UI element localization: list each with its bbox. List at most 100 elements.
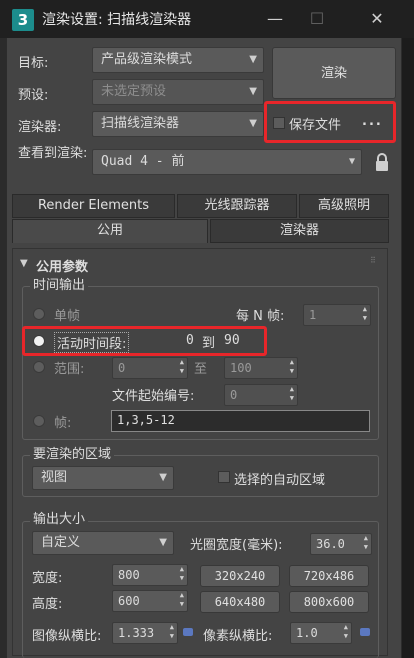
height-label: 高度: — [32, 597, 63, 612]
active-segment-radio[interactable] — [33, 335, 45, 347]
range-label: 范围: — [54, 362, 85, 377]
frames-radio[interactable] — [33, 415, 45, 427]
time-output-title: 时间输出 — [30, 278, 89, 294]
every-n-value: 1 — [309, 308, 317, 322]
spinner-arrows-icon: ▲ ▼ — [343, 623, 348, 640]
output-size-dropdown[interactable]: 自定义 ▼ — [32, 531, 174, 555]
active-to-value: 90 — [224, 333, 240, 348]
preset-720x486-button[interactable]: 720x486 — [289, 565, 369, 587]
collapse-icon[interactable]: ▼ — [20, 258, 28, 269]
frames-input[interactable]: 1,3,5-12 — [111, 410, 370, 432]
spinner-arrows-icon: ▲ ▼ — [179, 591, 184, 608]
preset-640x480-button[interactable]: 640x480 — [200, 591, 280, 613]
range-end-spinner[interactable]: 100 ▲ ▼ — [224, 357, 298, 379]
pixel-aspect-lock-icon[interactable] — [360, 628, 370, 636]
render-button[interactable]: 渲染 — [272, 47, 396, 99]
tab-advanced-lighting[interactable]: 高级照明 — [299, 194, 389, 218]
preset-800x600-button[interactable]: 800x600 — [289, 591, 369, 613]
chevron-down-icon: ▼ — [249, 118, 257, 129]
tab-renderer[interactable]: 渲染器 — [210, 219, 389, 243]
spinner-arrows-icon: ▲ ▼ — [179, 565, 184, 582]
active-to-label: 到 — [202, 336, 216, 351]
width-spinner[interactable]: 800 ▲ ▼ — [112, 564, 188, 586]
preset-dropdown[interactable]: 未选定预设 ▼ — [92, 79, 264, 105]
target-value: 产品级渲染模式 — [101, 52, 193, 67]
maximize-icon[interactable]: ☐ — [302, 6, 332, 32]
lock-icon[interactable] — [374, 153, 390, 173]
range-start-value: 0 — [118, 361, 126, 375]
renderer-value: 扫描线渲染器 — [101, 116, 180, 131]
drag-handle-icon[interactable]: ⠿ — [370, 257, 380, 268]
pixel-aspect-value: 1.0 — [296, 626, 318, 640]
tab-render-elements[interactable]: Render Elements — [12, 194, 175, 218]
save-file-label: 保存文件 — [289, 118, 342, 133]
spinner-arrows-icon: ▲ ▼ — [362, 305, 367, 322]
range-to-label: 至 — [194, 362, 208, 377]
close-icon[interactable]: ✕ — [362, 6, 392, 32]
background-strip-right — [402, 38, 414, 658]
frames-label: 帧: — [54, 416, 72, 431]
spinner-arrows-icon: ▲ ▼ — [179, 358, 184, 375]
output-size-title: 输出大小 — [30, 512, 89, 528]
save-file-checkbox[interactable] — [273, 117, 285, 129]
single-frame-radio[interactable] — [33, 308, 45, 320]
title-bar: 3 渲染设置: 扫描线渲染器 — ☐ ✕ — [0, 0, 414, 38]
image-aspect-lock-icon[interactable] — [183, 628, 193, 636]
render-area-dropdown[interactable]: 视图 ▼ — [32, 466, 174, 490]
aperture-spinner[interactable]: 36.0 ▲ ▼ — [310, 533, 372, 555]
tab-common[interactable]: 公用 — [12, 219, 208, 243]
file-start-label: 文件起始编号: — [112, 389, 195, 404]
active-segment-label: 活动时间段: — [54, 332, 130, 353]
preset-320x240-button[interactable]: 320x240 — [200, 565, 280, 587]
render-area-title: 要渲染的区域 — [30, 447, 115, 463]
image-aspect-value: 1.333 — [118, 626, 155, 640]
image-aspect-label: 图像纵横比: — [32, 629, 102, 644]
chevron-down-icon: ▼ — [249, 54, 257, 65]
width-value: 800 — [118, 568, 140, 582]
spinner-arrows-icon: ▲ ▼ — [169, 623, 174, 640]
chevron-down-icon: ▼ — [348, 156, 355, 167]
aperture-label: 光圈宽度(毫米): — [190, 538, 283, 553]
view-to-render-dropdown[interactable]: Quad 4 - 前 ▼ — [92, 149, 362, 175]
file-start-value: 0 — [230, 388, 238, 402]
preset-value: 未选定预设 — [101, 84, 167, 99]
view-to-render-label: 查看到渲染: — [18, 146, 88, 161]
render-area-value: 视图 — [41, 470, 68, 485]
width-label: 宽度: — [32, 571, 63, 586]
chevron-down-icon: ▼ — [159, 472, 167, 483]
renderer-dropdown[interactable]: 扫描线渲染器 ▼ — [92, 111, 264, 137]
height-value: 600 — [118, 594, 140, 608]
output-size-value: 自定义 — [41, 535, 81, 550]
view-value: Quad 4 - 前 — [101, 154, 185, 169]
browse-button[interactable]: ... — [362, 114, 383, 129]
tab-raytracer[interactable]: 光线跟踪器 — [177, 194, 297, 218]
window-title: 渲染设置: 扫描线渲染器 — [42, 12, 192, 28]
auto-region-label: 选择的自动区域 — [234, 473, 326, 488]
image-aspect-spinner[interactable]: 1.333 ▲ ▼ — [112, 622, 178, 644]
single-frame-label: 单帧 — [54, 309, 81, 324]
preset-label: 预设: — [18, 88, 49, 103]
pixel-aspect-label: 像素纵横比: — [203, 629, 273, 644]
pixel-aspect-spinner[interactable]: 1.0 ▲ ▼ — [290, 622, 352, 644]
active-from-value: 0 — [186, 333, 194, 348]
app-icon: 3 — [12, 9, 34, 31]
every-n-spinner[interactable]: 1 ▲ ▼ — [303, 304, 371, 326]
every-n-label: 每 N 帧: — [236, 309, 285, 324]
renderer-label: 渲染器: — [18, 120, 62, 135]
auto-region-checkbox[interactable] — [218, 471, 230, 483]
chevron-down-icon: ▼ — [249, 86, 257, 97]
chevron-down-icon: ▼ — [159, 537, 167, 548]
target-label: 目标: — [18, 56, 49, 71]
range-radio[interactable] — [33, 361, 45, 373]
spinner-arrows-icon: ▲ ▼ — [289, 385, 294, 402]
range-start-spinner[interactable]: 0 ▲ ▼ — [112, 357, 188, 379]
minimize-icon[interactable]: — — [260, 6, 290, 32]
target-dropdown[interactable]: 产品级渲染模式 ▼ — [92, 47, 264, 73]
spinner-arrows-icon: ▲ ▼ — [363, 534, 368, 551]
aperture-value: 36.0 — [316, 537, 345, 551]
rollout-title: 公用参数 — [36, 260, 89, 275]
file-start-spinner[interactable]: 0 ▲ ▼ — [224, 384, 298, 406]
height-spinner[interactable]: 600 ▲ ▼ — [112, 590, 188, 612]
range-end-value: 100 — [230, 361, 252, 375]
spinner-arrows-icon: ▲ ▼ — [289, 358, 294, 375]
